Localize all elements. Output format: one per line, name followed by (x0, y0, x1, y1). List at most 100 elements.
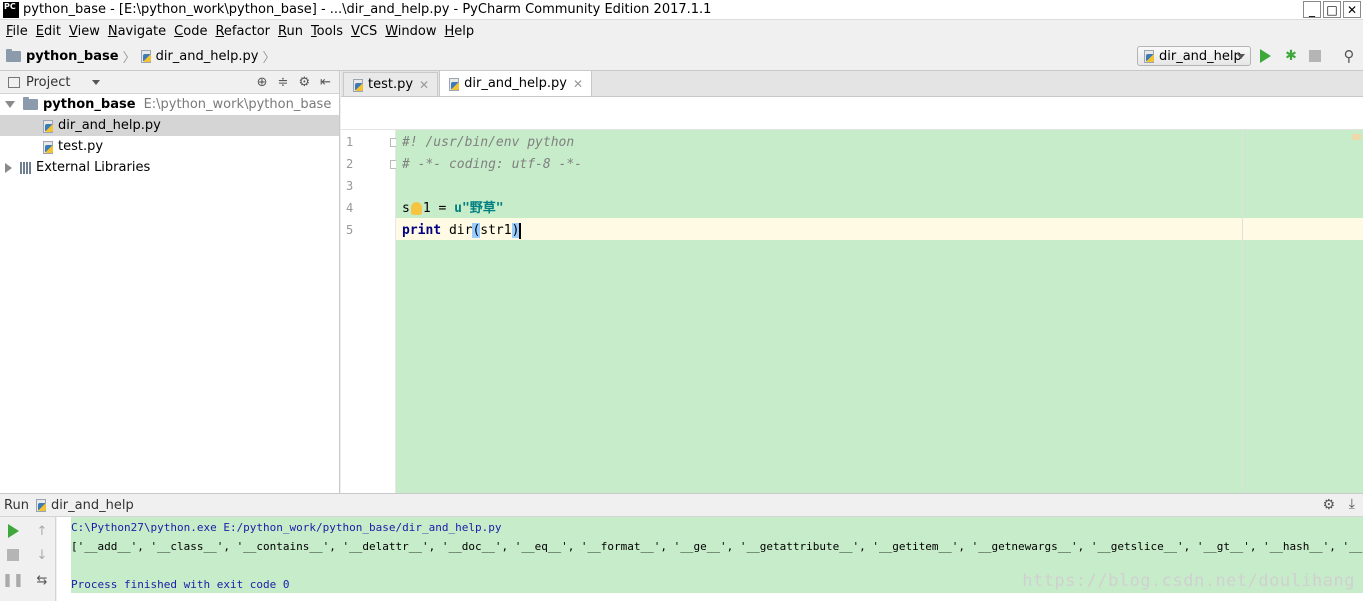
arrow-down-icon: ↓ (36, 547, 48, 563)
bug-icon: ✱ (1285, 48, 1297, 64)
target-icon[interactable]: ⊕ (257, 75, 268, 90)
close-icon[interactable]: ✕ (573, 77, 583, 91)
expand-arrow-icon[interactable] (5, 162, 12, 173)
chevron-down-icon[interactable] (92, 79, 101, 85)
menu-file[interactable]: File (2, 24, 32, 39)
tab-test-py[interactable]: test.py ✕ (343, 72, 439, 96)
stop-icon (1309, 50, 1321, 62)
python-file-icon (1143, 49, 1155, 63)
menu-refactor[interactable]: Refactor (211, 24, 274, 39)
folder-icon (23, 97, 38, 110)
menu-run[interactable]: Run (274, 24, 307, 39)
menu-code[interactable]: Code (170, 24, 211, 39)
code-region: 1 2 3 4 5 #! /usr/bin/env python # -*- c… (341, 130, 1363, 493)
play-icon (1259, 49, 1271, 63)
python-file-icon (42, 140, 54, 154)
project-view-icon (8, 76, 20, 88)
run-button[interactable] (1257, 48, 1273, 64)
arrow-up-icon: ↑ (36, 523, 48, 539)
lightbulb-icon[interactable] (410, 202, 422, 215)
run-tab-label[interactable]: dir_and_help (51, 498, 134, 513)
project-panel-header: Project ⊕ ≑ ⚙ ⇤ (0, 71, 339, 94)
menu-help[interactable]: Help (441, 24, 479, 39)
code-line-4: s1 = u"野草" (402, 201, 504, 216)
code-line-2: # -*- coding: utf-8 -*- (402, 157, 583, 172)
tab-dir-and-help-py[interactable]: dir_and_help.py ✕ (439, 70, 593, 96)
tree-item-test[interactable]: test.py (0, 136, 339, 157)
menu-vcs[interactable]: VCS (347, 24, 381, 39)
library-icon (20, 161, 31, 174)
run-configuration-select[interactable]: dir_and_help (1137, 46, 1251, 66)
python-file-icon (35, 498, 47, 512)
editor-area: test.py ✕ dir_and_help.py ✕ 1 2 3 4 5 #!… (341, 70, 1363, 493)
collapse-all-icon[interactable]: ≑ (278, 75, 289, 90)
menu-navigate[interactable]: Navigate (104, 24, 170, 39)
stop-icon (7, 549, 19, 561)
scrollbar-marker[interactable] (1352, 134, 1361, 140)
run-console[interactable]: C:\Python27\python.exe E:/python_work/py… (57, 517, 1363, 601)
breadcrumb-separator: 〉 (122, 50, 136, 66)
hide-panel-icon[interactable]: ⤓ (1349, 496, 1355, 512)
project-panel: Project ⊕ ≑ ⚙ ⇤ python_base E:\python_wo… (0, 71, 340, 493)
tree-item-dir-and-help[interactable]: dir_and_help.py (0, 115, 339, 136)
code-line-1: #! /usr/bin/env python (402, 135, 575, 150)
hide-panel-icon[interactable]: ⇤ (320, 75, 331, 90)
python-file-icon (42, 119, 54, 133)
navigation-bar: python_base 〉 dir_and_help.py 〉 dir_and_… (0, 42, 1363, 71)
breadcrumb-separator: 〉 (262, 50, 276, 66)
run-panel-header: Run dir_and_help ⚙ ⤓ (0, 493, 1363, 517)
tree-item-external-libraries[interactable]: External Libraries (0, 157, 339, 178)
tree-item-project-root[interactable]: python_base E:\python_work\python_base (0, 94, 339, 115)
maximize-button[interactable]: □ (1323, 1, 1341, 18)
editor-tab-bar: test.py ✕ dir_and_help.py ✕ (341, 70, 1363, 97)
console-command-line: C:\Python27\python.exe E:/python_work/py… (71, 521, 502, 534)
pause-button[interactable]: ❚❚ (2, 572, 24, 588)
breadcrumb-file[interactable]: dir_and_help.py (140, 49, 258, 64)
menu-edit[interactable]: Edit (32, 24, 65, 39)
title-bar: PC python_base - [E:\python_work\python_… (0, 0, 1363, 20)
wrap-icon: ⇆ (36, 572, 48, 588)
stop-button[interactable] (5, 547, 21, 563)
scroll-up-button[interactable]: ↑ (34, 523, 50, 539)
chevron-down-icon (1237, 54, 1245, 59)
line-number: 2 (346, 157, 354, 171)
line-number: 4 (346, 201, 354, 215)
gear-icon[interactable]: ⚙ (1322, 497, 1335, 513)
line-number: 5 (346, 223, 354, 237)
menu-view[interactable]: View (65, 24, 104, 39)
menu-window[interactable]: Window (381, 24, 440, 39)
folder-icon (6, 48, 21, 62)
current-line-highlight (396, 218, 1363, 240)
project-panel-tools: ⊕ ≑ ⚙ ⇤ (257, 75, 331, 90)
close-icon[interactable]: ✕ (419, 78, 429, 92)
editor-breadcrumb-strip (341, 97, 1363, 130)
console-output-line: ['__add__', '__class__', '__contains__',… (71, 540, 1363, 553)
line-number: 3 (346, 179, 354, 193)
right-margin-guide (1242, 130, 1243, 493)
play-icon (7, 524, 19, 538)
minimize-button[interactable]: _ (1303, 1, 1321, 18)
search-everywhere-button[interactable]: ⚲ (1341, 47, 1357, 65)
debug-button[interactable]: ✱ (1283, 48, 1299, 64)
rerun-button[interactable] (5, 523, 21, 539)
python-file-icon (352, 78, 364, 92)
pycharm-logo-icon: PC (3, 1, 19, 18)
python-file-icon (448, 77, 460, 91)
expand-arrow-icon[interactable] (5, 101, 15, 108)
scroll-down-button[interactable]: ↓ (34, 547, 50, 563)
close-button[interactable]: ✕ (1343, 1, 1361, 18)
breadcrumb-project[interactable]: python_base (6, 48, 119, 64)
line-number: 1 (346, 135, 354, 149)
search-icon: ⚲ (1343, 47, 1355, 65)
line-number-gutter: 1 2 3 4 5 (341, 130, 399, 493)
text-cursor (519, 222, 522, 239)
gear-icon[interactable]: ⚙ (298, 75, 310, 90)
menu-tools[interactable]: Tools (307, 24, 347, 39)
stop-button[interactable] (1307, 48, 1323, 64)
menu-bar: File Edit View Navigate Code Refactor Ru… (0, 21, 1363, 42)
soft-wrap-button[interactable]: ⇆ (34, 572, 50, 588)
window-controls: _ □ ✕ (1303, 1, 1361, 18)
code-editor[interactable]: #! /usr/bin/env python # -*- coding: utf… (396, 130, 1363, 493)
pause-icon: ❚❚ (2, 572, 24, 588)
project-view-select[interactable]: Project (26, 75, 70, 90)
